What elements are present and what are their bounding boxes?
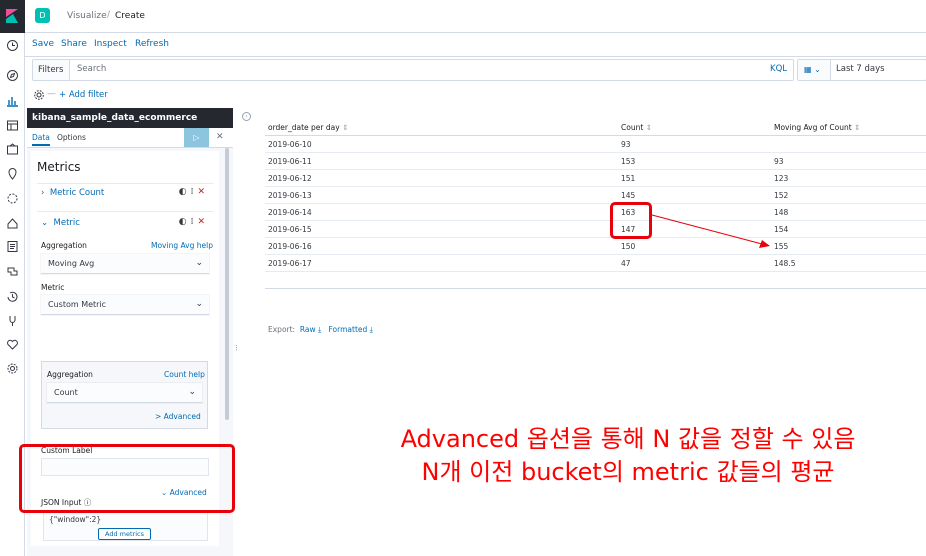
annotation-line-2: N개 이전 bucket의 metric 값들의 평균 — [421, 458, 835, 486]
annotation-line-1: Advanced 옵션을 통해 N 값을 정할 수 있음 — [400, 425, 856, 453]
